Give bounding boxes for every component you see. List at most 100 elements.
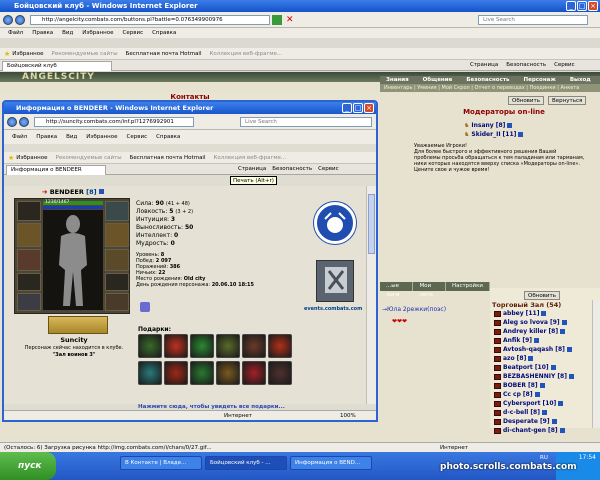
address-field[interactable]: http://angelcity.combats.com/buttons.pl?… <box>30 15 270 25</box>
gift-icon[interactable] <box>164 334 188 358</box>
menu-tools[interactable]: Сервис <box>123 28 144 38</box>
return-button[interactable]: Вернуться <box>548 96 587 105</box>
info-icon[interactable] <box>566 347 572 352</box>
info-icon[interactable] <box>541 311 547 316</box>
shield-slot[interactable] <box>105 223 129 247</box>
popup-menu-tools[interactable]: Сервис <box>127 130 148 144</box>
nav-knowledge[interactable]: Знания <box>386 76 409 84</box>
player-name[interactable]: Andrey killer <box>503 327 546 336</box>
popup-search-input[interactable]: Live Search <box>240 117 372 127</box>
room-scrollbar[interactable] <box>592 300 600 428</box>
player-name[interactable]: Anfik <box>503 336 520 345</box>
popup-close-button[interactable]: × <box>364 103 374 113</box>
popup-menu-file[interactable]: Файл <box>12 130 27 144</box>
popup-menu-favorites[interactable]: Избранное <box>86 130 117 144</box>
task-info[interactable]: Информация о BEND... <box>290 456 372 470</box>
popup-safety-menu[interactable]: Безопасность <box>272 164 312 175</box>
gift-icon[interactable] <box>190 334 214 358</box>
popup-tools-menu[interactable]: Сервис <box>318 164 339 175</box>
go-icon[interactable] <box>272 15 282 25</box>
task-vkontakte[interactable]: В Контакте | Владе... <box>120 456 202 470</box>
earring-slot[interactable] <box>105 201 129 221</box>
player-name[interactable]: Beatport <box>503 363 533 372</box>
popup-forward-icon[interactable] <box>19 117 29 127</box>
player-row[interactable]: Avtosh-qaqash [8] <box>494 345 574 354</box>
tools-menu[interactable]: Сервис <box>554 60 575 71</box>
player-name[interactable]: di-chant-gen <box>503 426 546 435</box>
info-icon[interactable] <box>559 428 565 433</box>
favorites-button[interactable]: ★ Избранное <box>4 48 44 59</box>
menu-file[interactable]: Файл <box>8 28 23 38</box>
nav-exit[interactable]: Выход <box>570 76 591 84</box>
popup-address-field[interactable]: http://suncity.combats.com/inf.pl?127699… <box>34 117 194 127</box>
events-link[interactable]: events.combats.com <box>304 306 362 312</box>
player-name[interactable]: BEZBASHENNIY <box>503 372 555 381</box>
player-row[interactable]: d-c-bell [8] <box>494 408 574 417</box>
fav-suggested-sites[interactable]: Рекомендуемые сайты <box>52 48 118 59</box>
gift-icon[interactable] <box>242 334 266 358</box>
gift-icon[interactable] <box>268 334 292 358</box>
refresh-button[interactable]: Обновить <box>508 96 544 105</box>
player-name[interactable]: BOBER <box>503 381 526 390</box>
popup-zoom[interactable]: 100% <box>340 411 356 421</box>
info-icon[interactable] <box>551 419 557 424</box>
popup-menu-view[interactable]: Вид <box>66 130 77 144</box>
safety-menu[interactable]: Безопасность <box>506 60 546 71</box>
close-button[interactable]: × <box>588 1 598 11</box>
info-icon[interactable] <box>539 383 545 388</box>
player-row[interactable]: Desperate [9] <box>494 417 574 426</box>
moderator-row[interactable]: ♞ Skider_II [11] <box>464 130 594 139</box>
tab-settings[interactable]: Настройки <box>446 282 490 291</box>
nav-chat[interactable]: Общение <box>423 76 453 84</box>
gift-icon[interactable] <box>216 361 240 385</box>
popup-fav-suggested[interactable]: Рекомендуемые сайты <box>56 152 122 163</box>
maximize-button[interactable]: □ <box>577 1 587 11</box>
player-row[interactable]: BOBER [8] <box>494 381 574 390</box>
info-icon[interactable] <box>568 374 574 379</box>
tab-logs[interactable]: ...ые логи <box>380 282 414 298</box>
forward-icon[interactable] <box>15 15 25 25</box>
menu-help[interactable]: Справка <box>152 28 176 38</box>
popup-menu-help[interactable]: Справка <box>156 130 180 144</box>
popup-menu-edit[interactable]: Правка <box>36 130 57 144</box>
moderator-row[interactable]: ♞ Insany [8] <box>464 121 594 130</box>
task-combats[interactable]: Бойцовский клуб - ... <box>205 456 287 470</box>
gift-icon[interactable] <box>216 334 240 358</box>
player-row[interactable]: Aleg so lvova [9] <box>494 318 574 327</box>
menu-view[interactable]: Вид <box>62 28 73 38</box>
helmet-slot[interactable] <box>17 201 41 221</box>
player-row[interactable]: BEZBASHENNIY [8] <box>494 372 574 381</box>
weapon-slot[interactable] <box>17 223 41 247</box>
tab-my-logs[interactable]: Мои логи <box>413 282 446 298</box>
player-name[interactable]: d-c-bell <box>503 408 528 417</box>
info-icon[interactable] <box>550 365 556 370</box>
popup-scrollbar[interactable] <box>366 186 376 404</box>
start-button[interactable]: пуск <box>0 452 56 480</box>
player-name[interactable]: Aleg so lvova <box>503 318 548 327</box>
player-row[interactable]: Anfik [9] <box>494 336 574 345</box>
info-icon[interactable] <box>558 401 564 406</box>
combats-emblem[interactable] <box>314 202 356 244</box>
player-row[interactable]: Cc cp [8] <box>494 390 574 399</box>
popup-favorites-button[interactable]: ★ Избранное <box>8 152 48 163</box>
gift-icon[interactable] <box>138 361 162 385</box>
player-name[interactable]: Avtosh-qaqash <box>503 345 553 354</box>
fav-web-slices[interactable]: Коллекция веб-фрагме... <box>210 48 283 59</box>
popup-page-menu[interactable]: Страница <box>238 164 266 175</box>
bracers-slot[interactable] <box>105 249 129 271</box>
info-icon[interactable] <box>534 392 540 397</box>
info-icon[interactable] <box>560 329 566 334</box>
popup-tab[interactable]: Информация о BENDEER <box>6 165 106 175</box>
tab-combats[interactable]: Бойцовский клуб <box>2 61 112 71</box>
player-name[interactable]: Desperate <box>503 417 538 426</box>
player-row[interactable]: Andrey killer [8] <box>494 327 574 336</box>
nav-security[interactable]: Безопасность <box>466 76 509 84</box>
menu-favorites[interactable]: Избранное <box>82 28 113 38</box>
popup-fav-slices[interactable]: Коллекция веб-фрагме... <box>214 152 287 163</box>
popup-maximize-button[interactable]: □ <box>353 103 363 113</box>
menu-edit[interactable]: Правка <box>32 28 53 38</box>
info-icon[interactable] <box>534 338 540 343</box>
gift-icon[interactable] <box>138 334 162 358</box>
player-row[interactable]: azo [8] <box>494 354 574 363</box>
info-icon[interactable] <box>561 320 567 325</box>
